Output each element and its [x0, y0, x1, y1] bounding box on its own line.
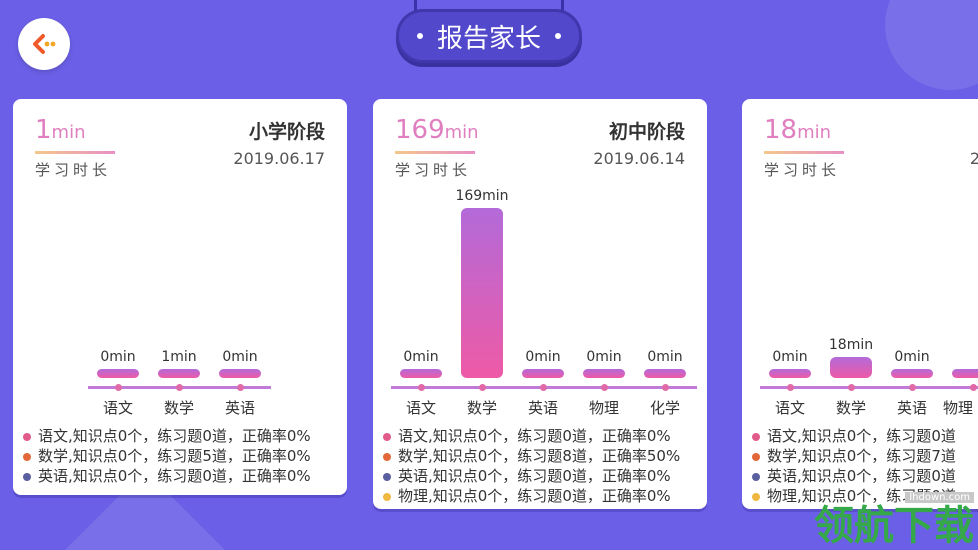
- axis-tick: [787, 384, 794, 391]
- bar-value-label: 0min: [403, 349, 439, 365]
- legend-item: 语文,知识点0个，练习题0道，正确率0%: [383, 425, 671, 446]
- bar: [461, 208, 503, 378]
- page-title: 报告家长: [436, 23, 541, 54]
- watermark-url: lhdown.com: [905, 492, 974, 503]
- legend-item: 英语,知识点0个，练习题0道: [752, 465, 956, 486]
- category-label: 语文: [102, 399, 133, 417]
- legend-item: 英语,知识点0个，练习题0道，正确率0%: [383, 465, 671, 486]
- axis-tick: [909, 384, 916, 391]
- bar: [219, 369, 261, 378]
- axis-tick: [176, 384, 183, 391]
- time-underline: [35, 151, 115, 154]
- stage-title: 初中阶段: [608, 121, 685, 143]
- title-dot-left: [416, 33, 423, 39]
- bar: [97, 369, 139, 378]
- category-label: 英语: [224, 399, 255, 417]
- back-button[interactable]: [18, 18, 70, 70]
- category-label: 英语: [527, 399, 558, 417]
- axis-tick: [662, 384, 669, 391]
- bar: [158, 369, 200, 378]
- report-parent-button[interactable]: 报告家长: [396, 9, 582, 63]
- report-card-right[interactable]: 18min 学习时长 2 0min 18min 0min 语文 数学 英语 物理…: [742, 99, 978, 509]
- bar: [952, 369, 978, 378]
- study-time-label: 学习时长: [35, 161, 112, 179]
- legend-item: 数学,知识点0个，练习题7道: [752, 445, 956, 466]
- axis-tick: [540, 384, 547, 391]
- report-date: 2: [969, 149, 978, 168]
- report-date: 2019.06.14: [593, 149, 685, 168]
- back-arrow-icon: [33, 34, 56, 54]
- bar: [891, 369, 933, 378]
- report-card-middle[interactable]: 169min 学习时长 初中阶段 2019.06.14 0min 169min …: [373, 99, 707, 509]
- legend-item: 物理,知识点0个，练习题0道，正确率0%: [383, 485, 671, 506]
- title-dot-right: [555, 33, 561, 39]
- axis-tick: [601, 384, 608, 391]
- bar: [583, 369, 625, 378]
- axis-tick: [115, 384, 122, 391]
- time-underline: [395, 151, 475, 154]
- category-label: 数学: [466, 399, 497, 417]
- category-label: 英语: [896, 399, 927, 417]
- watermark-logo: 领航下载: [814, 503, 974, 549]
- bar-value-label: 0min: [894, 349, 930, 365]
- study-time-label: 学习时长: [395, 161, 472, 179]
- bar: [769, 369, 811, 378]
- category-label: 语文: [774, 399, 805, 417]
- category-label: 数学: [835, 399, 866, 417]
- axis-tick: [479, 384, 486, 391]
- bar: [830, 357, 872, 378]
- legend-item: 数学,知识点0个，练习题8道，正确率50%: [383, 445, 680, 466]
- study-time-label: 学习时长: [764, 161, 841, 179]
- report-card-primary[interactable]: 1min 学习时长 小学阶段 2019.06.17 0min 1min 0min…: [13, 99, 347, 495]
- bar-value-label: 169min: [455, 188, 509, 204]
- bar: [400, 369, 442, 378]
- bar: [522, 369, 564, 378]
- study-time: 1min: [35, 115, 86, 145]
- category-label: 语文: [405, 399, 436, 417]
- axis-tick: [848, 384, 855, 391]
- axis-tick: [237, 384, 244, 391]
- category-label: 化学: [649, 399, 680, 417]
- category-label: 物理: [588, 399, 619, 417]
- axis-tick: [418, 384, 425, 391]
- study-time: 169min: [395, 115, 479, 145]
- bar-value-label: 0min: [647, 349, 683, 365]
- legend-item: 英语,知识点0个，练习题0道，正确率0%: [23, 465, 311, 486]
- category-label: 物理: [943, 399, 974, 417]
- report-date: 2019.06.17: [233, 149, 325, 168]
- legend-item: 语文,知识点0个，练习题0道: [752, 425, 956, 446]
- bar-value-label: 0min: [222, 349, 258, 365]
- watermark: lhdown.com 领航下载: [814, 485, 974, 548]
- bar: [644, 369, 686, 378]
- study-time: 18min: [764, 115, 832, 145]
- axis-tick: [970, 384, 977, 391]
- time-underline: [764, 151, 844, 154]
- stage-title: 小学阶段: [248, 121, 325, 143]
- category-label: 数学: [163, 399, 194, 417]
- bg-circle-top-right: [885, 0, 978, 90]
- legend-item: 数学,知识点0个，练习题5道，正确率0%: [23, 445, 311, 466]
- legend-item: 语文,知识点0个，练习题0道，正确率0%: [23, 425, 311, 446]
